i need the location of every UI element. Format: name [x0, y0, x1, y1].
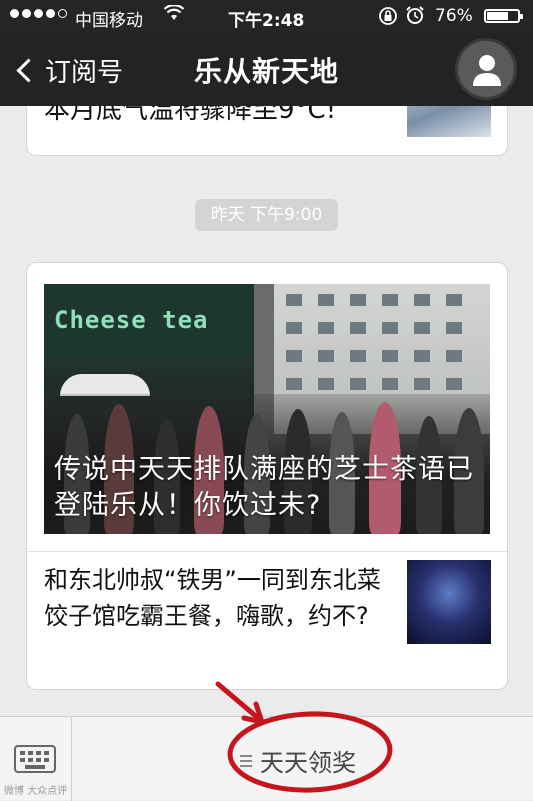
article-card: Cheese tea 传说中天天排队满座的芝士茶语已登陆乐从！你饮过未? 和东北… [26, 262, 508, 690]
article-item-thumbnail [407, 560, 491, 644]
signal-dots-icon [10, 9, 67, 18]
umbrella [60, 374, 150, 396]
profile-button[interactable] [455, 38, 517, 100]
article-item-title: 和东北帅叔“铁男”一同到东北菜饺子馆吃霸王餐，嗨歌，约不? [44, 566, 381, 630]
watermark: 微博 大众点评 [4, 786, 68, 797]
cover-article-title: 传说中天天排队满座的芝士茶语已登陆乐从！你饮过未? [54, 454, 474, 521]
status-bar: 中国移动 下午2:48 76% [0, 0, 533, 34]
clock: 下午2:48 [228, 11, 305, 31]
menu-button-daily-prize[interactable]: 天天领奖 [240, 743, 356, 778]
keyboard-icon [14, 745, 56, 773]
menu-lines-icon [240, 752, 252, 770]
battery-icon [484, 9, 523, 23]
wifi-icon [163, 4, 185, 26]
shop-sign-text: Cheese tea [54, 306, 209, 334]
menu-label: 天天领奖 [260, 749, 356, 777]
cover-article[interactable]: Cheese tea 传说中天天排队满座的芝士茶语已登陆乐从！你饮过未? [44, 284, 490, 534]
battery-percent: 76% [435, 6, 473, 26]
message-timestamp: 昨天 下午9:00 [195, 199, 338, 231]
person-icon [473, 55, 501, 86]
page-title: 乐从新天地 [193, 55, 339, 88]
bottom-menu-bar: 天天领奖 [0, 716, 533, 801]
carrier-name: 中国移动 [75, 11, 143, 31]
article-list-item[interactable]: 和东北帅叔“铁男”一同到东北菜饺子馆吃霸王餐，嗨歌，约不? [27, 552, 507, 688]
battery-fill [487, 12, 509, 20]
nav-bar: 订阅号 乐从新天地 [0, 34, 533, 106]
rotation-lock-icon [378, 6, 398, 30]
shop-sign: Cheese tea [44, 284, 254, 356]
alarm-icon [405, 5, 425, 30]
